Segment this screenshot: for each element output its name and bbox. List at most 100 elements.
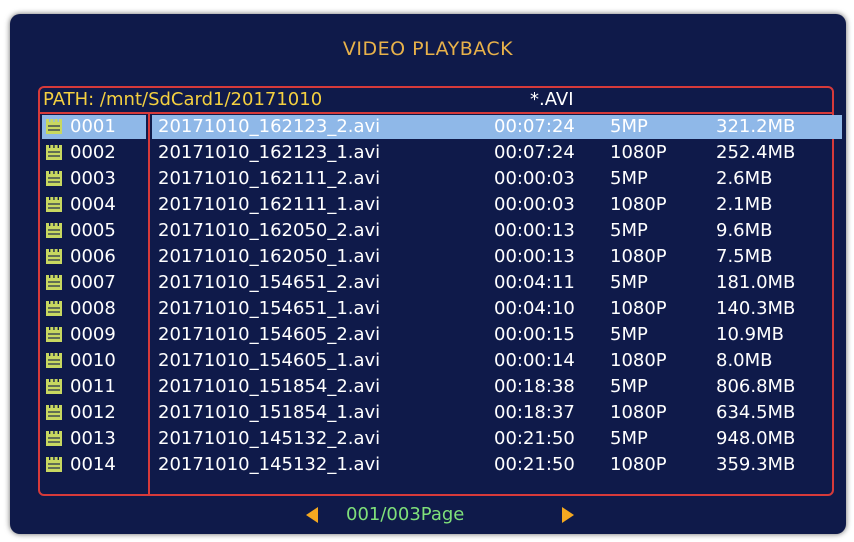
file-row[interactable]: 0014 20171010_145132_1.avi 00:21:50 1080P 35… <box>40 452 832 478</box>
file-duration: 00:07:24 <box>494 142 575 163</box>
file-duration: 00:00:15 <box>494 324 575 345</box>
file-duration: 00:04:11 <box>494 272 575 293</box>
page-title: VIDEO PLAYBACK <box>342 38 514 60</box>
video-file-icon <box>46 145 62 160</box>
file-number: 0005 <box>70 220 116 241</box>
file-number: 0009 <box>70 324 116 345</box>
file-row[interactable]: 0009 20171010_154605_2.avi 00:00:15 5MP 10.9… <box>40 322 832 348</box>
file-name: 20171010_154651_2.avi <box>158 272 381 293</box>
file-resolution: 5MP <box>610 428 648 449</box>
file-number: 0013 <box>70 428 116 449</box>
file-row[interactable]: 0011 20171010_151854_2.avi 00:18:38 5MP 806.… <box>40 374 832 400</box>
path-bar: PATH: /mnt/SdCard1/20171010 *.AVI <box>40 88 832 114</box>
file-size: 2.6MB <box>716 168 773 189</box>
file-row[interactable]: 0010 20171010_154605_1.avi 00:00:14 1080P 8.… <box>40 348 832 374</box>
video-file-icon <box>46 223 62 238</box>
file-duration: 00:00:03 <box>494 194 575 215</box>
file-duration: 00:21:50 <box>494 454 575 475</box>
file-row[interactable]: 0005 20171010_162050_2.avi 00:00:13 5MP 9.6M… <box>40 218 832 244</box>
file-resolution: 5MP <box>610 220 648 241</box>
video-file-icon <box>46 405 62 420</box>
file-row[interactable]: 0012 20171010_151854_1.avi 00:18:37 1080P 63… <box>40 400 832 426</box>
pagination: 001/003Page <box>10 504 846 528</box>
file-resolution: 1080P <box>610 350 667 371</box>
file-number: 0006 <box>70 246 116 267</box>
file-name: 20171010_151854_1.avi <box>158 402 381 423</box>
file-number: 0008 <box>70 298 116 319</box>
file-resolution: 5MP <box>610 324 648 345</box>
file-name: 20171010_162111_1.avi <box>158 194 381 215</box>
file-duration: 00:00:13 <box>494 220 575 241</box>
file-size: 140.3MB <box>716 298 796 319</box>
file-resolution: 1080P <box>610 194 667 215</box>
file-name: 20171010_162050_1.avi <box>158 246 381 267</box>
video-file-icon <box>46 431 62 446</box>
file-row[interactable]: 0002 20171010_162123_1.avi 00:07:24 1080P 25… <box>40 140 832 166</box>
file-resolution: 1080P <box>610 246 667 267</box>
file-resolution: 1080P <box>610 298 667 319</box>
file-number: 0001 <box>70 116 116 137</box>
file-size: 181.0MB <box>716 272 796 293</box>
next-page-icon[interactable] <box>562 507 574 523</box>
path-label: PATH: /mnt/SdCard1/20171010 <box>43 89 323 110</box>
video-file-icon <box>46 275 62 290</box>
file-name: 20171010_162123_1.avi <box>158 142 381 163</box>
file-duration: 00:21:50 <box>494 428 575 449</box>
file-number: 0011 <box>70 376 116 397</box>
file-row[interactable]: 0001 20171010_162123_2.avi 00:07:24 5MP 321.… <box>40 114 842 140</box>
video-file-icon <box>46 171 62 186</box>
file-number: 0012 <box>70 402 116 423</box>
file-number: 0002 <box>70 142 116 163</box>
file-number: 0003 <box>70 168 116 189</box>
file-size: 359.3MB <box>716 454 796 475</box>
file-resolution: 1080P <box>610 142 667 163</box>
file-size: 321.2MB <box>716 116 796 137</box>
file-name: 20171010_154605_2.avi <box>158 324 381 345</box>
file-number: 0010 <box>70 350 116 371</box>
file-name: 20171010_145132_1.avi <box>158 454 381 475</box>
file-size: 948.0MB <box>716 428 796 449</box>
file-number: 0004 <box>70 194 116 215</box>
file-name: 20171010_154605_1.avi <box>158 350 381 371</box>
file-resolution: 5MP <box>610 168 648 189</box>
file-name: 20171010_151854_2.avi <box>158 376 381 397</box>
file-row[interactable]: 0006 20171010_162050_1.avi 00:00:13 1080P 7.… <box>40 244 832 270</box>
video-file-icon <box>46 457 62 472</box>
video-file-icon <box>46 119 62 134</box>
video-file-icon <box>46 327 62 342</box>
video-file-icon <box>46 301 62 316</box>
file-row[interactable]: 0013 20171010_145132_2.avi 00:21:50 5MP 948.… <box>40 426 832 452</box>
video-file-icon <box>46 379 62 394</box>
file-resolution: 5MP <box>610 116 648 137</box>
file-duration: 00:00:03 <box>494 168 575 189</box>
prev-page-icon[interactable] <box>306 507 318 523</box>
file-number: 0007 <box>70 272 116 293</box>
file-name: 20171010_162050_2.avi <box>158 220 381 241</box>
file-size: 8.0MB <box>716 350 773 371</box>
video-file-icon <box>46 353 62 368</box>
file-row[interactable]: 0008 20171010_154651_1.avi 00:04:10 1080P 14… <box>40 296 832 322</box>
file-duration: 00:07:24 <box>494 116 575 137</box>
file-size: 2.1MB <box>716 194 773 215</box>
file-size: 252.4MB <box>716 142 796 163</box>
file-size: 7.5MB <box>716 246 773 267</box>
file-row[interactable]: 0003 20171010_162111_2.avi 00:00:03 5MP 2.6M… <box>40 166 832 192</box>
video-file-icon <box>46 197 62 212</box>
page-indicator: 001/003Page <box>346 504 465 525</box>
file-name: 20171010_145132_2.avi <box>158 428 381 449</box>
file-row[interactable]: 0004 20171010_162111_1.avi 00:00:03 1080P 2.… <box>40 192 832 218</box>
file-duration: 00:04:10 <box>494 298 575 319</box>
file-resolution: 1080P <box>610 454 667 475</box>
file-filter: *.AVI <box>530 89 574 110</box>
file-duration: 00:00:14 <box>494 350 575 371</box>
file-name: 20171010_162123_2.avi <box>158 116 381 137</box>
file-name: 20171010_162111_2.avi <box>158 168 381 189</box>
file-size: 10.9MB <box>716 324 784 345</box>
file-size: 9.6MB <box>716 220 773 241</box>
file-duration: 00:18:38 <box>494 376 575 397</box>
file-name: 20171010_154651_1.avi <box>158 298 381 319</box>
file-size: 634.5MB <box>716 402 796 423</box>
file-duration: 00:18:37 <box>494 402 575 423</box>
file-resolution: 5MP <box>610 272 648 293</box>
file-row[interactable]: 0007 20171010_154651_2.avi 00:04:11 5MP 181.… <box>40 270 832 296</box>
